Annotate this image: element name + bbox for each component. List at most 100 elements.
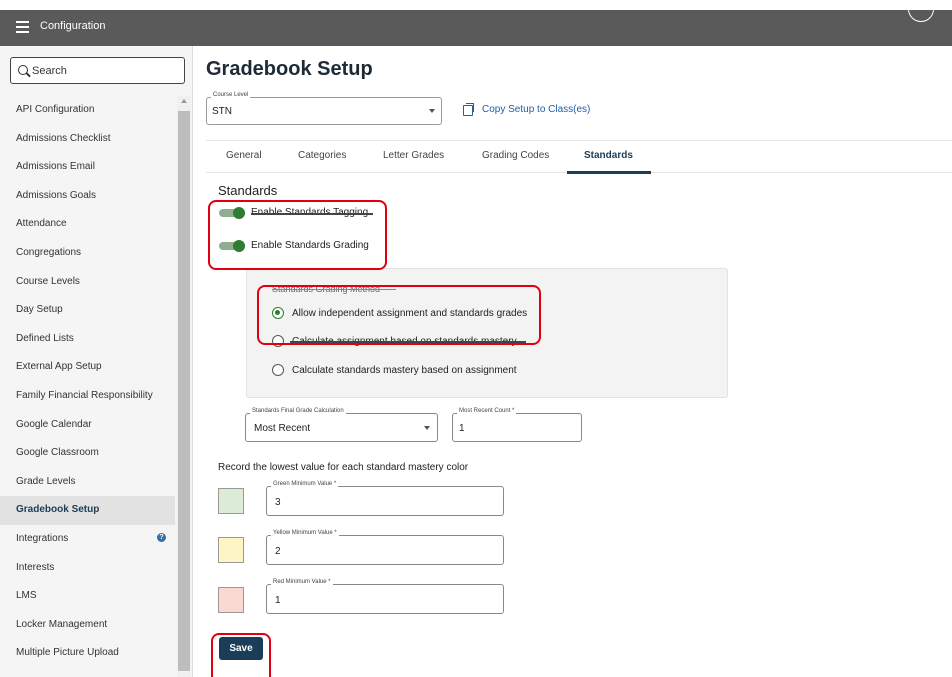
standards-tagging-toggle[interactable] [219,207,245,219]
sidebar-item-defined-lists[interactable]: Defined Lists [0,325,175,354]
top-bar: Configuration [0,0,952,46]
radio-calc-mastery[interactable] [272,364,284,376]
mastery-instructions: Record the lowest value for each standar… [218,462,469,473]
strikethrough-mark [272,289,396,290]
page-title: Gradebook Setup [206,58,373,80]
tab-general[interactable]: General [226,150,262,161]
sidebar-item-label: Admissions Goals [16,189,97,201]
search-input[interactable] [32,63,182,79]
sidebar-item-label: Course Levels [16,275,80,287]
sidebar-item-google-classroom[interactable]: Google Classroom [0,439,175,468]
strikethrough-mark [251,213,373,215]
sidebar-item-label: Defined Lists [16,332,74,344]
final-grade-value: Most Recent [254,423,311,434]
sidebar-nav: API Configuration Admissions Checklist A… [0,96,175,668]
sidebar-item-label: Gradebook Setup [16,504,100,516]
scrollbar-thumb[interactable] [178,111,190,671]
sidebar-item-lms[interactable]: LMS [0,582,175,611]
tab-categories[interactable]: Categories [298,150,346,161]
sidebar-item-label: Google Calendar [16,418,92,430]
radio-label-independent: Allow independent assignment and standar… [292,308,528,319]
copy-setup-link[interactable]: Copy Setup to Class(es) [482,104,590,115]
search-box[interactable] [10,57,185,84]
scroll-up-arrow-icon[interactable] [181,99,187,103]
help-badge-icon[interactable]: ? [157,532,166,542]
yellow-minimum-label: Yellow Minimum Value * [271,530,339,536]
sidebar-item-locker-management[interactable]: Locker Management [0,611,175,640]
sidebar-item-label: Congregations [16,246,82,258]
sidebar-item-attendance[interactable]: Attendance [0,210,175,239]
sidebar-item-label: Grade Levels [16,475,76,487]
sidebar-item-label: Admissions Email [16,161,95,173]
sidebar-item-label: Attendance [16,218,67,230]
course-level-label: Course Level [211,92,251,98]
standards-grading-toggle[interactable] [219,240,245,252]
sidebar-item-multiple-picture-upload[interactable]: Multiple Picture Upload [0,639,175,668]
copy-icon[interactable] [463,103,474,116]
sidebar-item-congregations[interactable]: Congregations [0,239,175,268]
sidebar-item-interests[interactable]: Interests [0,554,175,583]
strikethrough-mark [290,341,526,343]
active-tab-indicator [567,171,651,174]
tab-bar: General Categories Letter Grades Grading… [206,140,952,174]
sidebar-item-day-setup[interactable]: Day Setup [0,296,175,325]
sidebar-item-label: Multiple Picture Upload [16,647,119,659]
sidebar-item-label: API Configuration [16,104,95,115]
sidebar-item-label: External App Setup [16,361,102,373]
course-level-value: STN [212,106,232,117]
sidebar: API Configuration Admissions Checklist A… [0,46,193,677]
sidebar-scrollbar[interactable] [177,96,191,677]
sidebar-item-api-configuration[interactable]: API Configuration [0,96,175,125]
green-minimum-value: 3 [275,497,281,508]
course-level-select[interactable]: Course Level STN [206,92,442,125]
sidebar-item-label: Integrations [16,532,69,544]
search-icon [18,65,28,75]
tab-standards[interactable]: Standards [584,150,633,161]
app-title: Configuration [40,20,106,32]
sidebar-item-integrations[interactable]: Integrations? [0,525,175,554]
sidebar-item-google-calendar[interactable]: Google Calendar [0,411,175,440]
standards-grading-label: Enable Standards Grading [251,240,369,251]
sidebar-item-label: LMS [16,590,37,602]
yellow-swatch [218,537,244,563]
final-grade-calculation-select[interactable]: Standards Final Grade Calculation Most R… [245,408,438,442]
radio-calc-assignment[interactable] [272,335,284,347]
sidebar-item-label: Locker Management [16,618,108,630]
save-button[interactable]: Save [219,637,263,660]
chevron-down-icon [424,426,430,430]
final-grade-label: Standards Final Grade Calculation [250,408,346,414]
yellow-minimum-field[interactable]: Yellow Minimum Value * 2 [266,530,504,565]
sidebar-item-label: Google Classroom [16,447,99,459]
sidebar-item-gradebook-setup[interactable]: Gradebook Setup [0,496,175,525]
sidebar-item-family-financial-responsibility[interactable]: Family Financial Responsibility [0,382,175,411]
radio-label-calc-mastery: Calculate standards mastery based on ass… [292,365,517,376]
hamburger-menu-icon[interactable] [16,21,29,33]
tab-letter-grades[interactable]: Letter Grades [383,150,444,161]
red-minimum-label: Red Minimum Value * [271,579,333,585]
green-minimum-field[interactable]: Green Minimum Value * 3 [266,481,504,516]
radio-independent-grades[interactable] [272,307,284,319]
sidebar-item-course-levels[interactable]: Course Levels [0,268,175,297]
sidebar-item-label: Family Financial Responsibility [16,389,153,401]
sidebar-item-admissions-email[interactable]: Admissions Email [0,153,175,182]
sidebar-item-admissions-checklist[interactable]: Admissions Checklist [0,125,175,154]
tab-grading-codes[interactable]: Grading Codes [482,150,549,161]
sidebar-item-grade-levels[interactable]: Grade Levels [0,468,175,497]
sidebar-item-admissions-goals[interactable]: Admissions Goals [0,182,175,211]
sidebar-item-label: Day Setup [16,304,63,316]
most-recent-count-field[interactable]: Most Recent Count * 1 [452,408,582,442]
most-recent-count-label: Most Recent Count * [457,408,517,414]
red-swatch [218,587,244,613]
red-minimum-field[interactable]: Red Minimum Value * 1 [266,579,504,614]
red-minimum-value: 1 [275,595,281,606]
yellow-minimum-value: 2 [275,546,281,557]
sidebar-item-label: Admissions Checklist [16,132,111,144]
sidebar-item-external-app-setup[interactable]: External App Setup [0,353,175,382]
help-icon[interactable] [908,0,934,22]
section-title: Standards [218,183,278,198]
green-swatch [218,488,244,514]
chevron-down-icon [429,109,435,113]
most-recent-count-value: 1 [459,423,465,434]
sidebar-item-label: Interests [16,561,55,573]
green-minimum-label: Green Minimum Value * [271,481,339,487]
